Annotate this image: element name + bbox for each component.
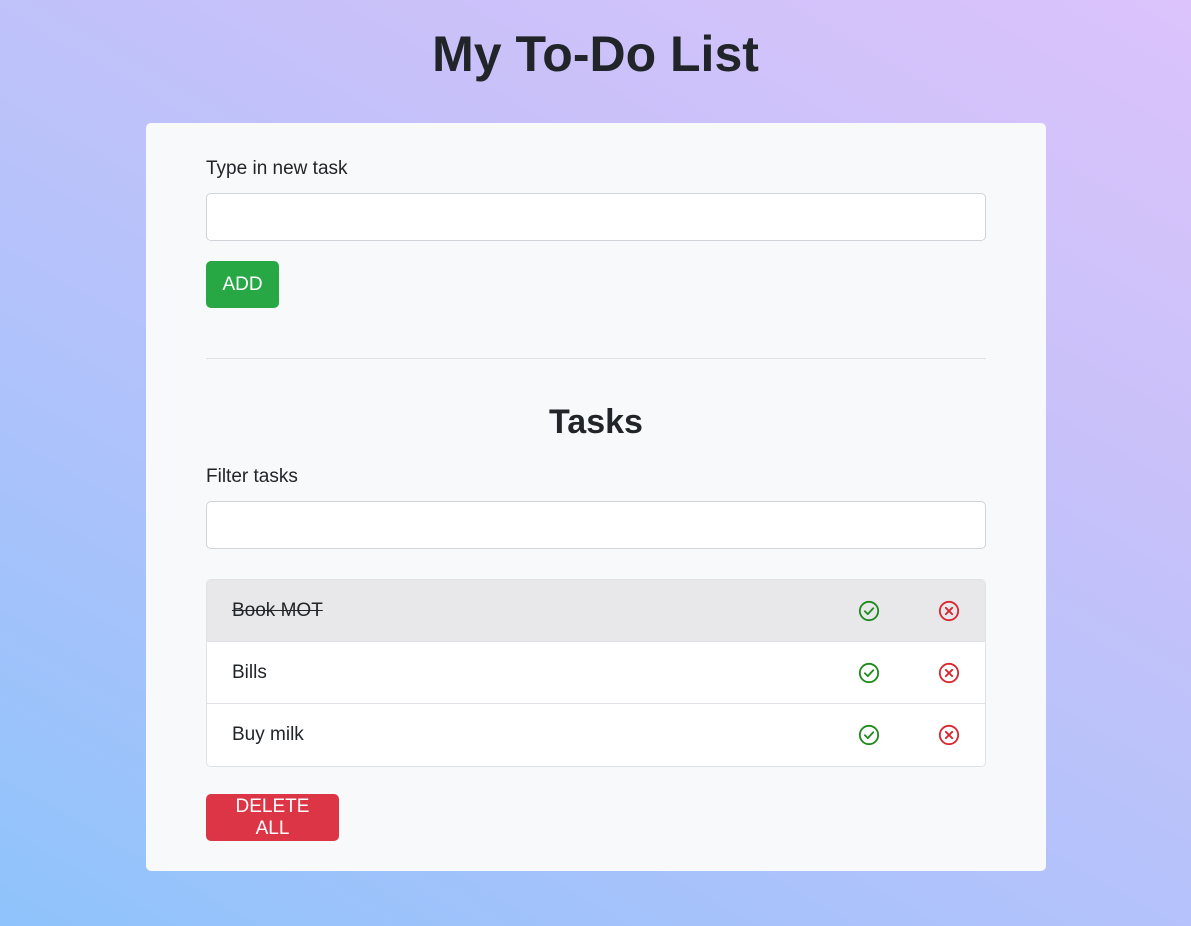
task-text: Buy milk bbox=[232, 724, 304, 745]
task-row: Buy milk bbox=[207, 704, 985, 766]
todo-card: Type in new task ADD Tasks Filter tasks … bbox=[146, 123, 1046, 871]
check-circle-icon[interactable] bbox=[858, 662, 880, 684]
filter-tasks-label: Filter tasks bbox=[206, 466, 298, 487]
check-circle-icon[interactable] bbox=[858, 600, 880, 622]
task-text: Bills bbox=[232, 662, 267, 683]
filter-tasks-input[interactable] bbox=[206, 501, 986, 549]
new-task-label: Type in new task bbox=[206, 158, 348, 179]
x-circle-icon[interactable] bbox=[938, 600, 960, 622]
new-task-input[interactable] bbox=[206, 193, 986, 241]
add-button[interactable]: ADD bbox=[206, 261, 279, 308]
task-text: Book MOT bbox=[232, 600, 323, 621]
task-list: Book MOT Bills Buy milk bbox=[206, 579, 986, 767]
task-row: Book MOT bbox=[207, 580, 985, 642]
tasks-title: Tasks bbox=[549, 403, 643, 441]
divider bbox=[206, 358, 986, 359]
check-circle-icon[interactable] bbox=[858, 724, 880, 746]
delete-all-button[interactable]: DELETE ALL bbox=[206, 794, 339, 841]
task-row: Bills bbox=[207, 642, 985, 704]
x-circle-icon[interactable] bbox=[938, 662, 960, 684]
x-circle-icon[interactable] bbox=[938, 724, 960, 746]
page-title: My To-Do List bbox=[432, 26, 759, 82]
